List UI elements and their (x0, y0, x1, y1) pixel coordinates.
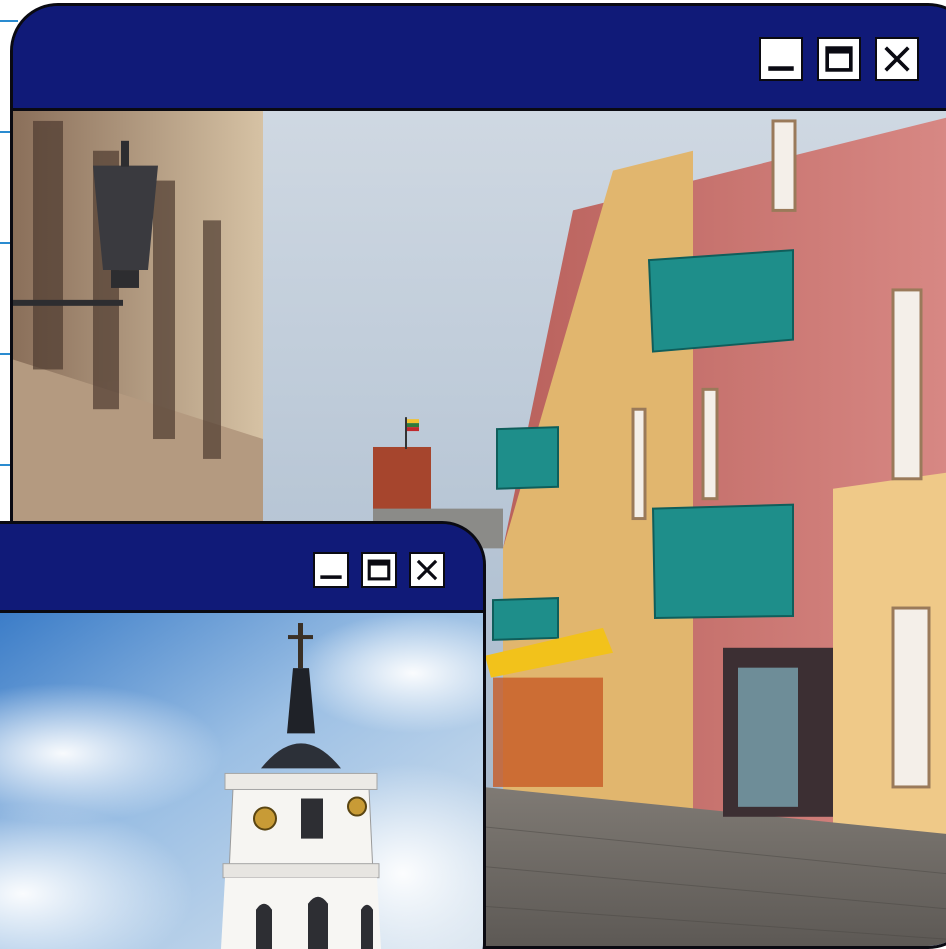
maximize-icon (367, 559, 391, 581)
maximize-button[interactable] (361, 552, 397, 588)
close-icon (884, 46, 910, 72)
window-titlebar[interactable] (13, 6, 946, 111)
close-button[interactable] (875, 37, 919, 81)
bell-tower-image (0, 613, 483, 949)
maximize-icon (825, 46, 853, 72)
maximize-button[interactable] (817, 37, 861, 81)
window-controls (759, 37, 919, 81)
minimize-button[interactable] (759, 37, 803, 81)
close-icon (416, 559, 438, 581)
close-button[interactable] (409, 552, 445, 588)
bell-tower-photo-window (0, 521, 486, 949)
bell-tower-photo (0, 613, 483, 949)
minimize-button[interactable] (313, 552, 349, 588)
window-controls (313, 552, 445, 588)
minimize-icon (320, 575, 342, 579)
window-titlebar[interactable] (0, 524, 483, 613)
minimize-icon (768, 66, 794, 71)
collage-stage (0, 0, 946, 949)
